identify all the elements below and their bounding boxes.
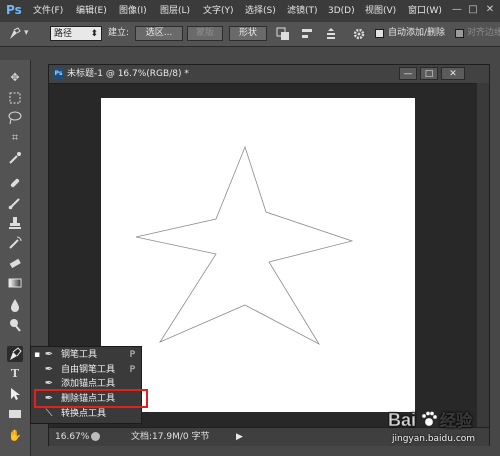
chevron-updown-icon: ⬍ [90, 29, 98, 39]
gear-icon[interactable] [352, 27, 366, 41]
menu-window[interactable]: 窗口(W) [408, 0, 442, 22]
mode-select-value: 路径 [54, 29, 73, 39]
mode-select[interactable]: 路径 ⬍ [50, 26, 102, 41]
menu-image[interactable]: 图像(I) [119, 0, 147, 22]
flyout-item-pen[interactable]: ▪ ✒ 钢笔工具 P [31, 348, 141, 363]
marquee-icon[interactable] [7, 90, 23, 106]
photoshop-logo: Ps [6, 3, 22, 17]
pen-icon: ✒ [44, 349, 54, 360]
maximize-button[interactable]: □ [466, 4, 480, 16]
options-bar: ▾ 路径 ⬍ 建立: 选区... 蒙版 形状 自动添加/删除 对齐边缘 [0, 22, 500, 47]
freeform-pen-icon: ✒ [44, 364, 54, 375]
menu-filter[interactable]: 滤镜(T) [287, 0, 318, 22]
auto-add-delete-label: 自动添加/删除 [388, 28, 446, 38]
healing-brush-icon[interactable] [7, 175, 23, 191]
preset-dropdown-arrow-icon[interactable]: ▾ [24, 26, 29, 41]
doc-minimize-button[interactable]: — [399, 67, 417, 80]
gradient-icon[interactable] [7, 275, 23, 291]
tools-panel: ✥ ⌗ T ✋ [0, 60, 31, 456]
rectangle-icon[interactable] [7, 406, 23, 422]
make-selection-button[interactable]: 选区... [135, 26, 183, 41]
document-title-bar[interactable]: Ps 未标题-1 @ 16.7%(RGB/8) * — □ ✕ [49, 65, 489, 84]
svg-text:Bai: Bai [388, 410, 416, 430]
annotation-highlight-box [34, 389, 148, 408]
flyout-item-shortcut: P [129, 365, 135, 375]
brush-icon[interactable] [7, 195, 23, 211]
document-info: 文档:17.9M/0 字节 [131, 432, 210, 442]
auto-add-delete-checkbox[interactable] [375, 29, 384, 38]
history-brush-icon[interactable] [7, 235, 23, 251]
flyout-item-shortcut: P [129, 350, 135, 360]
flyout-item-convert-point[interactable]: ⟍ 转换点工具 [31, 407, 141, 422]
path-selection-icon[interactable] [7, 386, 23, 402]
menu-type[interactable]: 文字(Y) [203, 0, 234, 22]
watermark-url: jingyan.baidu.com [392, 434, 476, 444]
lasso-icon[interactable] [7, 110, 23, 126]
menu-view[interactable]: 视图(V) [365, 0, 396, 22]
eraser-icon[interactable] [7, 255, 23, 271]
svg-text:经验: 经验 [440, 411, 473, 430]
menu-file[interactable]: 文件(F) [33, 0, 63, 22]
hand-icon[interactable]: ✋ [7, 428, 23, 444]
active-bullet-icon: ▪ [34, 350, 41, 360]
status-menu-arrow-icon[interactable]: ▶ [236, 428, 243, 446]
type-icon[interactable]: T [7, 366, 23, 382]
menu-edit[interactable]: 编辑(E) [76, 0, 107, 22]
flyout-item-freeform-pen[interactable]: ✒ 自由钢笔工具 P [31, 363, 141, 378]
close-button[interactable]: ✕ [483, 4, 497, 16]
doc-maximize-button[interactable]: □ [420, 67, 438, 80]
make-shape-button[interactable]: 形状 [229, 26, 267, 41]
document-ps-icon: Ps [53, 68, 64, 79]
menu-layer[interactable]: 图层(L) [160, 0, 190, 22]
star-path [135, 145, 354, 346]
vertical-scrollbar[interactable] [477, 83, 489, 427]
path-arrangement-icon[interactable] [324, 27, 338, 41]
menu-select[interactable]: 选择(S) [245, 0, 276, 22]
menu-3d[interactable]: 3D(D) [328, 0, 355, 22]
flyout-item-label: 自由钢笔工具 [61, 365, 116, 375]
eyedropper-icon[interactable] [7, 150, 23, 166]
zoom-level[interactable]: 16.67% [55, 428, 89, 446]
menu-bar: Ps 文件(F) 编辑(E) 图像(I) 图层(L) 文字(Y) 选择(S) 滤… [0, 0, 500, 22]
status-info-icon[interactable] [91, 432, 100, 441]
pen-tool-flyout: ▪ ✒ 钢笔工具 P ✒ 自由钢笔工具 P ✒ 添加锚点工具 ✒ 删除锚点工具 … [30, 346, 142, 424]
crop-icon[interactable]: ⌗ [7, 130, 23, 146]
clone-stamp-icon[interactable] [7, 215, 23, 231]
pen-preset-icon[interactable] [8, 27, 22, 41]
minimize-button[interactable]: — [450, 4, 464, 16]
doc-close-button[interactable]: ✕ [441, 67, 465, 80]
move-icon[interactable]: ✥ [7, 70, 23, 86]
align-edges-checkbox[interactable] [455, 29, 464, 38]
flyout-item-label: 转换点工具 [61, 409, 107, 419]
make-mask-button[interactable]: 蒙版 [187, 26, 223, 41]
blur-icon[interactable] [7, 297, 23, 313]
align-edges-label: 对齐边缘 [467, 28, 500, 38]
make-label: 建立: [108, 28, 130, 38]
flyout-item-label: 钢笔工具 [61, 350, 98, 360]
dodge-icon[interactable] [7, 317, 23, 333]
path-alignment-icon[interactable] [300, 27, 314, 41]
document-title: 未标题-1 @ 16.7%(RGB/8) * [67, 69, 189, 79]
pen-icon[interactable] [7, 346, 23, 362]
convert-point-icon: ⟍ [45, 408, 53, 419]
canvas[interactable] [101, 98, 415, 412]
baidu-jingyan-watermark: Bai 经验 jingyan.baidu.com [388, 408, 496, 452]
path-operations-icon[interactable] [276, 27, 290, 41]
